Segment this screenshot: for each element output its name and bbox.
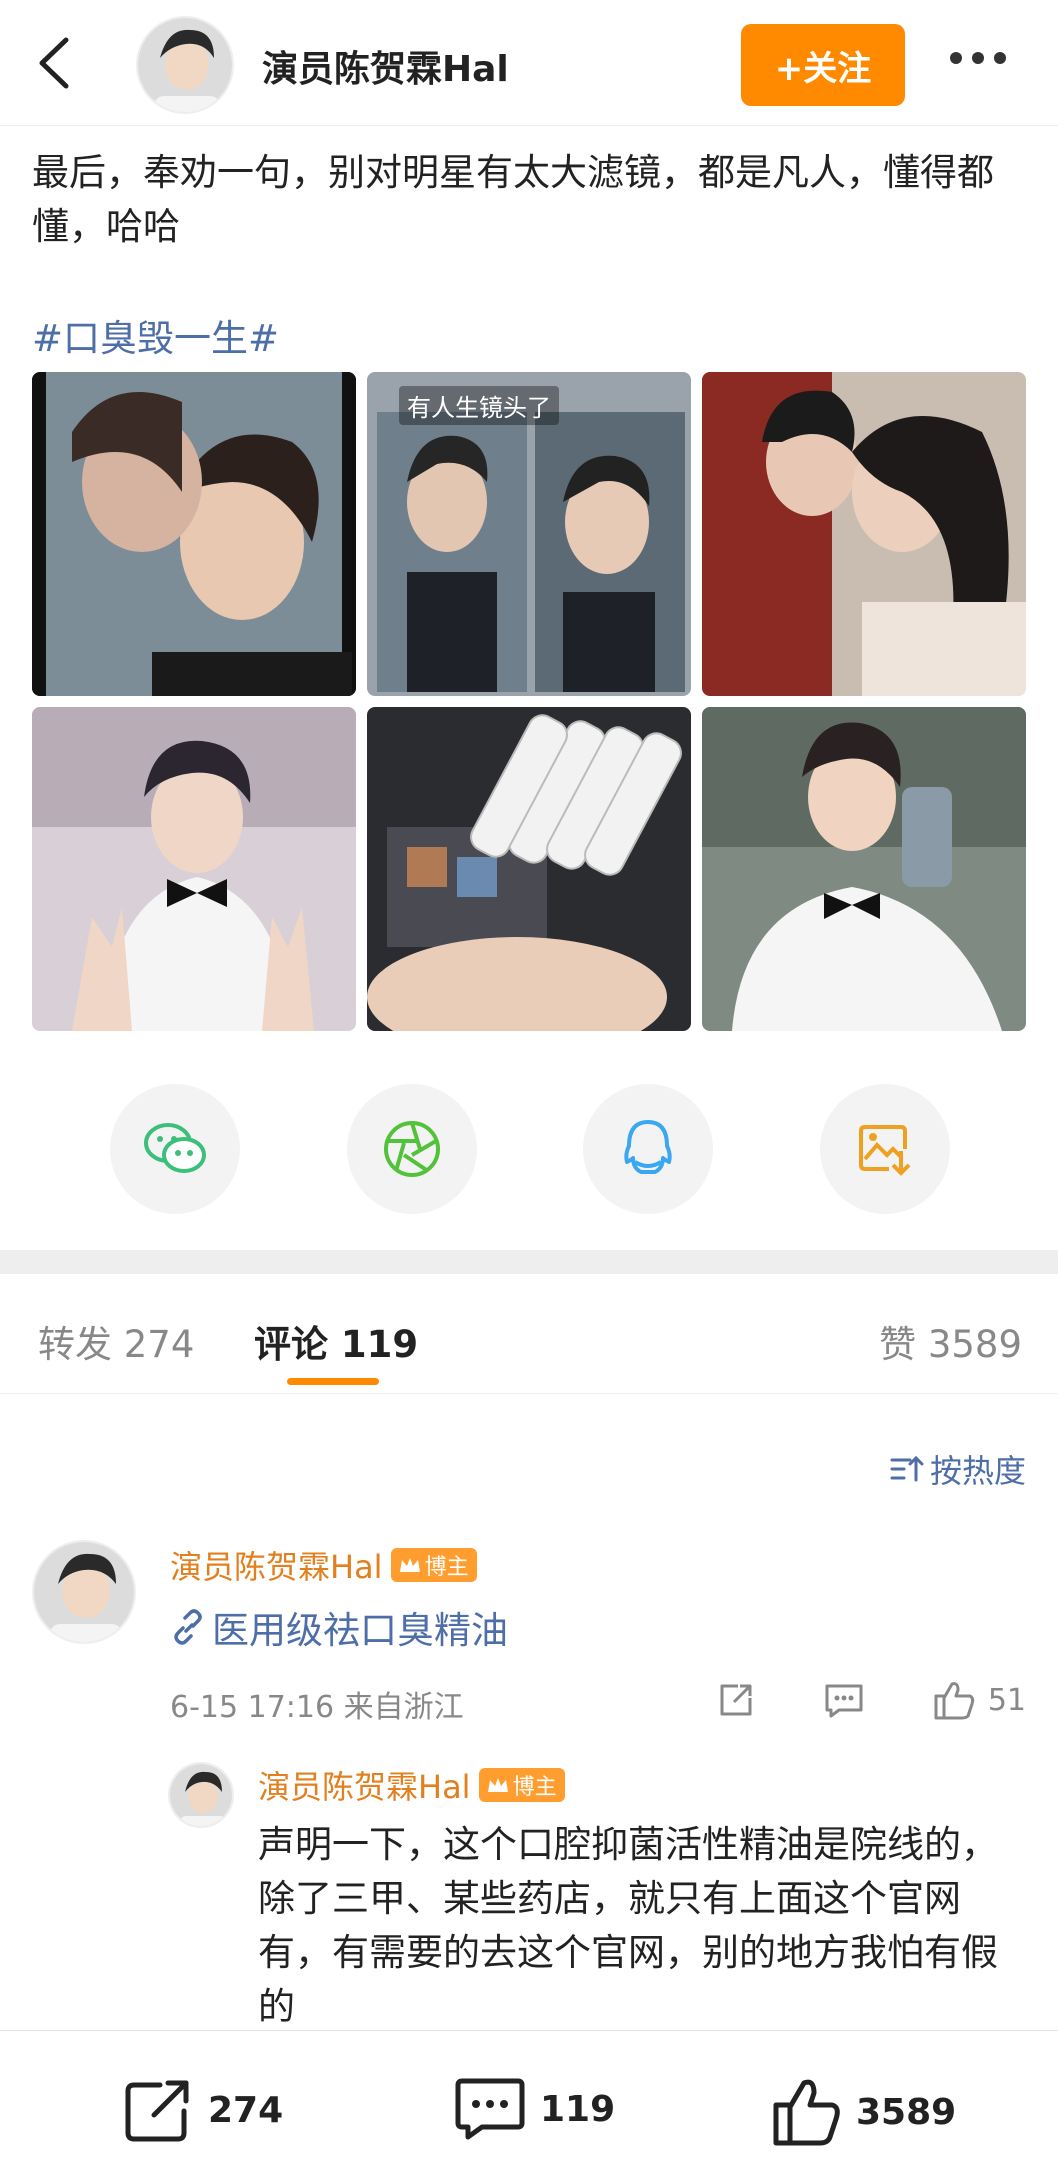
share-row: [110, 1084, 950, 1214]
comment-like-count: 51: [987, 1682, 1026, 1718]
comment-button[interactable]: 119: [454, 2077, 615, 2141]
badge-label: 博主: [424, 1555, 469, 1580]
replier-name-text: 演员陈贺霖Hal: [258, 1768, 471, 1806]
reply-text: 声明一下，这个口腔抑菌活性精油是院线的，除了三甲、某些药店，就只有上面这个官网有…: [258, 1823, 998, 2028]
comment-meta: 6-15 17:16 来自浙江: [170, 1690, 464, 1725]
commenter-avatar[interactable]: [32, 1540, 136, 1644]
bottom-action-bar: 274 119 3589: [0, 2030, 1058, 2181]
author-avatar[interactable]: [136, 16, 234, 114]
author-badge: 博主: [478, 1768, 565, 1802]
qq-icon[interactable]: [583, 1084, 714, 1214]
thumbs-up-icon: [773, 2079, 840, 2146]
replier-name[interactable]: 演员陈贺霖Hal 博主: [258, 1762, 565, 1808]
post-image[interactable]: [32, 707, 356, 1031]
comment-link[interactable]: 医用级祛口臭精油: [170, 1600, 508, 1654]
comment-link-text: 医用级祛口臭精油: [212, 1609, 508, 1652]
thumbs-up-icon: [934, 1682, 974, 1720]
follow-button[interactable]: +关注: [741, 24, 905, 106]
crown-icon: [487, 1778, 508, 1792]
more-icon[interactable]: [950, 52, 1006, 64]
link-icon: [174, 1609, 202, 1645]
wechat-icon[interactable]: [110, 1084, 240, 1214]
author-name[interactable]: 演员陈贺霖Hal: [262, 40, 509, 92]
post-text: 最后，奉劝一句，别对明星有太大滤镜，都是凡人，懂得都懂，哈哈: [32, 151, 994, 248]
post-image[interactable]: [702, 372, 1026, 696]
post-image[interactable]: [32, 372, 356, 696]
commenter-name-text: 演员陈贺霖Hal: [170, 1548, 383, 1586]
replier-avatar[interactable]: [168, 1762, 234, 1828]
post-image[interactable]: [702, 707, 1026, 1031]
repost-count: 274: [208, 2089, 284, 2131]
back-icon[interactable]: [30, 34, 80, 92]
hashtag-link[interactable]: #口臭毁一生#: [32, 308, 279, 362]
comment-count: 119: [540, 2088, 616, 2130]
crown-icon: [399, 1558, 420, 1572]
image-caption: 有人生镜头了: [399, 386, 559, 425]
commenter-name[interactable]: 演员陈贺霖Hal 博主: [170, 1542, 477, 1588]
comment-actions: 51: [716, 1676, 1026, 1724]
section-divider: [0, 1250, 1058, 1274]
tab-comment[interactable]: 评论 119: [254, 1314, 418, 1368]
like-button[interactable]: 3589: [772, 2077, 956, 2147]
repost-icon: [125, 2080, 189, 2142]
comment-icon: [455, 2078, 525, 2140]
like-count: 3589: [856, 2091, 957, 2133]
post-image[interactable]: 有人生镜头了: [367, 372, 691, 696]
save-image-icon[interactable]: [819, 1084, 950, 1214]
comment-like-button[interactable]: 51: [932, 1678, 1026, 1722]
active-tab-indicator: [287, 1378, 379, 1385]
tab-repost[interactable]: 转发 274: [38, 1314, 194, 1368]
top-bar: 演员陈贺霖Hal +关注: [0, 0, 1058, 126]
badge-label: 博主: [512, 1775, 557, 1800]
author-badge: 博主: [390, 1548, 477, 1582]
sort-label: 按热度: [929, 1452, 1026, 1490]
repost-button[interactable]: 274: [124, 2077, 283, 2143]
moments-icon[interactable]: [346, 1084, 477, 1214]
sort-icon: [890, 1455, 924, 1482]
tabs-bar: 转发 274 评论 119 赞 3589: [0, 1274, 1058, 1394]
sort-button[interactable]: 按热度: [890, 1446, 1026, 1492]
post-image[interactable]: [367, 707, 691, 1031]
tab-like[interactable]: 赞 3589: [879, 1314, 1022, 1368]
reply-icon[interactable]: [823, 1680, 865, 1720]
image-grid: 有人生镜头了: [32, 372, 1026, 1031]
repost-icon[interactable]: [716, 1680, 756, 1720]
